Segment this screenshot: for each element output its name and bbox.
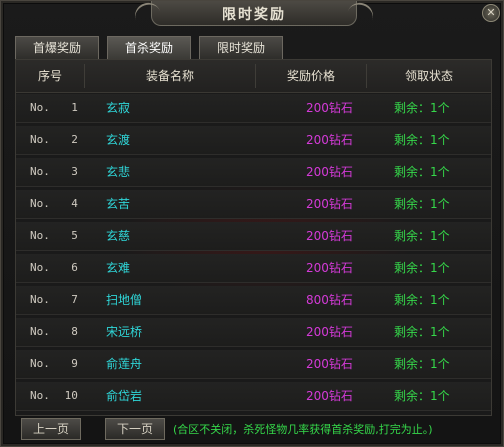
row-item-name: 俞岱岩 — [106, 389, 143, 403]
row-number-label: No. — [30, 229, 50, 242]
row-number-value: 5 — [71, 229, 78, 242]
row-number-label: No. — [30, 389, 50, 402]
row-number-label: No. — [30, 101, 50, 114]
row-reward-price: 200钻石 — [306, 133, 353, 147]
table-row: No. 10 俞岱岩 200钻石 剩余：1个 — [16, 382, 491, 411]
row-claim-status: 剩余：1个 — [394, 389, 450, 403]
close-icon[interactable]: ✕ — [482, 4, 500, 22]
next-page-button[interactable]: 下一页 — [105, 418, 165, 440]
row-reward-price: 800钻石 — [306, 293, 353, 307]
header-price: 奖励价格 — [286, 69, 335, 83]
row-number-value: 8 — [71, 325, 78, 338]
title-bar: 限时奖励 — [151, 1, 357, 26]
row-number: No. 3 — [30, 158, 78, 186]
row-claim-status: 剩余：1个 — [394, 325, 450, 339]
row-claim-status: 剩余：1个 — [394, 229, 450, 243]
row-number-label: No. — [30, 325, 50, 338]
row-number: No. 4 — [30, 190, 78, 218]
row-number-value: 9 — [71, 357, 78, 370]
row-claim-status: 剩余：1个 — [394, 101, 450, 115]
row-number-value: 7 — [71, 293, 78, 306]
row-reward-price: 200钻石 — [306, 261, 353, 275]
row-reward-price: 200钻石 — [306, 389, 353, 403]
row-claim-status: 剩余：1个 — [394, 261, 450, 275]
row-number: No. 8 — [30, 318, 78, 346]
row-number-label: No. — [30, 197, 50, 210]
table-row: No. 6 玄难 200钻石 剩余：1个 — [16, 254, 491, 283]
tab-limited-time[interactable]: 限时奖励 — [199, 36, 283, 60]
reward-table: 序号 装备名称 奖励价格 领取状态 No. 1 玄寂 200钻石 剩余：1个 No. 2 玄渡… — [15, 59, 492, 416]
row-item-name: 玄苦 — [106, 197, 131, 211]
row-reward-price: 200钻石 — [306, 229, 353, 243]
tab-first-kill[interactable]: 首杀奖励 — [107, 36, 191, 60]
row-number-label: No. — [30, 261, 50, 274]
row-claim-status: 剩余：1个 — [394, 293, 450, 307]
window-title: 限时奖励 — [222, 7, 286, 23]
table-row: No. 3 玄悲 200钻石 剩余：1个 — [16, 158, 491, 187]
footer-note: (合区不关闭，杀死怪物几率获得首杀奖励,打完为止。) — [173, 423, 433, 436]
row-number-value: 3 — [71, 165, 78, 178]
tab-first-drop[interactable]: 首爆奖励 — [15, 36, 99, 60]
row-number: No. 7 — [30, 286, 78, 314]
row-number: No. 1 — [30, 94, 78, 122]
row-claim-status: 剩余：1个 — [394, 133, 450, 147]
row-claim-status: 剩余：1个 — [394, 357, 450, 371]
table-row: No. 4 玄苦 200钻石 剩余：1个 — [16, 190, 491, 219]
reward-window: 限时奖励 首爆奖励 首杀奖励 限时奖励 序号 装备名称 奖励价格 领取状态 No… — [0, 0, 504, 447]
row-number: No. 5 — [30, 222, 78, 250]
table-row: No. 9 俞莲舟 200钻石 剩余：1个 — [16, 350, 491, 379]
row-item-name: 玄慈 — [106, 229, 131, 243]
row-number: No. 9 — [30, 350, 78, 378]
row-number-value: 10 — [64, 389, 78, 402]
row-number-label: No. — [30, 133, 50, 146]
row-number-label: No. — [30, 165, 50, 178]
table-row: No. 2 玄渡 200钻石 剩余：1个 — [16, 126, 491, 155]
header-no: 序号 — [37, 69, 62, 83]
row-item-name: 俞莲舟 — [106, 357, 143, 371]
prev-page-button[interactable]: 上一页 — [21, 418, 81, 440]
table-row: No. 1 玄寂 200钻石 剩余：1个 — [16, 94, 491, 123]
table-row: No. 5 玄慈 200钻石 剩余：1个 — [16, 222, 491, 251]
row-number-value: 1 — [71, 101, 78, 114]
header-status: 领取状态 — [404, 69, 453, 83]
row-number: No. 10 — [30, 382, 78, 410]
table-row: No. 7 扫地僧 800钻石 剩余：1个 — [16, 286, 491, 315]
row-number-label: No. — [30, 293, 50, 306]
row-item-name: 玄渡 — [106, 133, 131, 147]
row-number-value: 4 — [71, 197, 78, 210]
row-claim-status: 剩余：1个 — [394, 165, 450, 179]
row-item-name: 玄寂 — [106, 101, 131, 115]
row-item-name: 宋远桥 — [106, 325, 143, 339]
row-reward-price: 200钻石 — [306, 357, 353, 371]
row-reward-price: 200钻石 — [306, 165, 353, 179]
row-number-label: No. — [30, 357, 50, 370]
row-number-value: 2 — [71, 133, 78, 146]
row-number: No. 6 — [30, 254, 78, 282]
row-item-name: 玄悲 — [106, 165, 131, 179]
table-row: No. 8 宋远桥 200钻石 剩余：1个 — [16, 318, 491, 347]
row-reward-price: 200钻石 — [306, 325, 353, 339]
row-number: No. 2 — [30, 126, 78, 154]
row-item-name: 玄难 — [106, 261, 131, 275]
row-number-value: 6 — [71, 261, 78, 274]
table-header: 序号 装备名称 奖励价格 领取状态 — [16, 60, 491, 93]
row-claim-status: 剩余：1个 — [394, 197, 450, 211]
row-item-name: 扫地僧 — [106, 293, 143, 307]
row-reward-price: 200钻石 — [306, 197, 353, 211]
row-reward-price: 200钻石 — [306, 101, 353, 115]
header-name: 装备名称 — [145, 69, 194, 83]
